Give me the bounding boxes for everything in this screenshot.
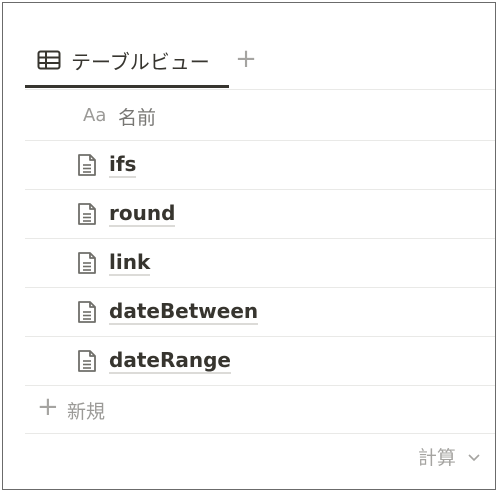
page-icon [78, 154, 96, 176]
add-new-row-button[interactable]: + 新規 [25, 385, 495, 433]
row-title-link[interactable]: dateBetween [109, 299, 259, 325]
plus-icon: + [37, 392, 59, 422]
row-title-link[interactable]: dateRange [109, 348, 231, 374]
page-icon [78, 350, 96, 372]
row-title-link[interactable]: ifs [109, 152, 137, 178]
row-title-link[interactable]: round [109, 201, 176, 227]
tab-table-view[interactable]: テーブルビュー [25, 37, 229, 89]
text-property-icon: Aa [83, 105, 107, 126]
calculate-button[interactable]: 計算 [418, 443, 481, 471]
new-row-label: 新規 [67, 401, 106, 423]
table-row[interactable]: link [25, 239, 495, 288]
tab-label: テーブルビュー [71, 50, 210, 74]
page-icon [78, 252, 96, 274]
database-view: テーブルビュー + Aa 名前 ifs round link dateBetwe… [2, 2, 496, 490]
calculate-label: 計算 [417, 447, 456, 469]
table-row[interactable]: dateBetween [25, 288, 495, 337]
column-header-label: 名前 [118, 107, 157, 129]
page-icon [78, 203, 96, 225]
divider [25, 433, 495, 434]
row-title-link[interactable]: link [109, 250, 151, 276]
table-row[interactable]: dateRange [25, 337, 495, 386]
active-tab-indicator [25, 85, 229, 88]
page-icon [78, 301, 96, 323]
column-header-name[interactable]: Aa 名前 [25, 90, 495, 140]
add-view-button[interactable]: + [233, 45, 259, 73]
table-row[interactable]: ifs [25, 141, 495, 190]
table-icon [37, 50, 61, 70]
view-tabs: テーブルビュー + [25, 37, 495, 89]
table-row[interactable]: round [25, 190, 495, 239]
chevron-down-icon [468, 453, 480, 461]
